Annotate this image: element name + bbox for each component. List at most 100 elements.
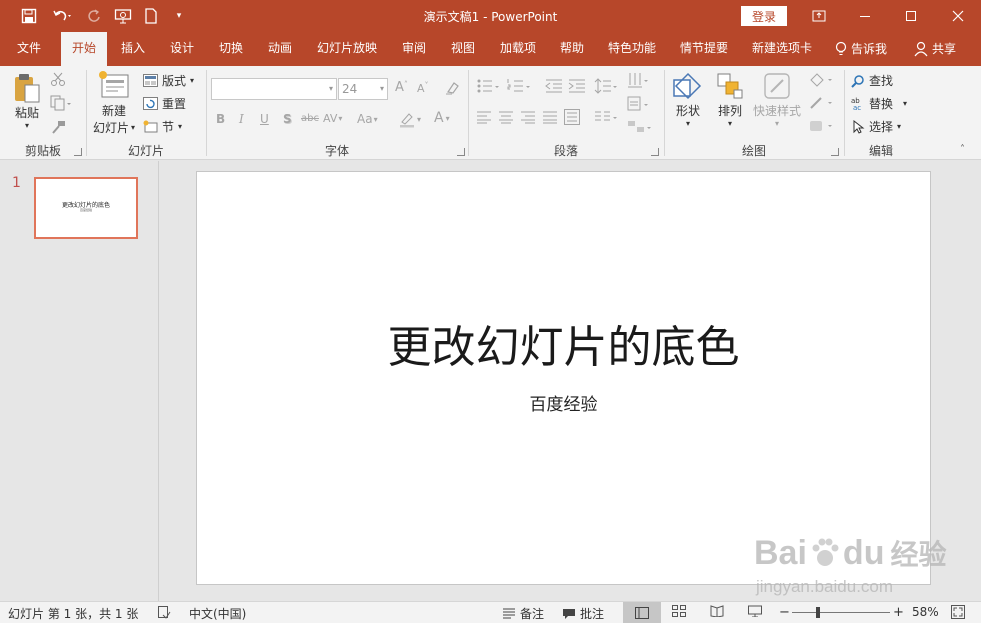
tab-home[interactable]: 开始 [61,32,107,66]
replace-button[interactable]: ab ac 替换 ▾ [851,95,907,112]
paste-dropdown-icon: ▾ [24,121,29,130]
collapse-ribbon-icon[interactable]: ˄ [960,144,965,155]
line-spacing-icon[interactable] [594,78,618,94]
cut-icon[interactable] [50,71,66,87]
zoom-slider-thumb[interactable] [816,607,821,618]
arrange-button[interactable]: 排列 ▾ [712,70,748,136]
change-case-button[interactable]: Aa ▾ [357,112,378,126]
layout-label: 版式 [162,74,187,88]
section-dropdown-icon: ▾ [178,122,183,131]
ribbon-display-options-icon[interactable] [796,0,842,32]
tab-slideshow[interactable]: 幻灯片放映 [313,32,381,66]
paragraph-launcher-icon[interactable] [651,148,659,156]
underline-button[interactable]: U [260,112,269,126]
tab-new-tab[interactable]: 新建选项卡 [747,32,817,66]
minimize-icon[interactable] [842,0,888,32]
highlight-dropdown-icon: ▾ [417,114,422,124]
slide-title[interactable]: 更改幻灯片的底色 [197,323,930,372]
slide-sorter-view-icon[interactable] [672,605,686,617]
tab-addins[interactable]: 加载项 [494,32,542,66]
character-spacing-button[interactable]: AV ▾ [323,112,342,125]
align-right-icon[interactable] [520,110,536,124]
highlighter-icon [400,113,414,128]
tab-view[interactable]: 视图 [443,32,483,66]
zoom-in-button[interactable]: + [893,605,904,620]
person-icon [914,41,928,57]
close-icon[interactable] [935,0,981,32]
align-left-icon[interactable] [476,110,492,124]
tab-design[interactable]: 设计 [162,32,202,66]
italic-button[interactable]: I [239,112,244,126]
font-launcher-icon[interactable] [457,148,465,156]
shape-fill-icon[interactable] [808,72,834,88]
tab-file[interactable]: 文件 [5,32,53,66]
numbering-icon[interactable] [507,78,531,94]
comments-button[interactable]: 批注 [562,605,604,622]
select-dropdown-icon: ▾ [897,122,902,131]
reading-view-icon[interactable] [710,605,724,617]
tell-me-button[interactable]: 告诉我 [830,32,892,66]
slide-subtitle[interactable]: 百度经验 [197,390,930,415]
font-name-combo[interactable]: ▾ [211,78,337,100]
shrink-font-arrow-icon: ˅ [424,81,429,90]
zoom-level[interactable]: 58% [912,605,939,619]
clipboard-launcher-icon[interactable] [74,148,82,156]
zoom-out-button[interactable]: − [779,605,790,620]
justify-icon[interactable] [542,110,558,124]
shape-outline-icon[interactable] [808,95,834,111]
grow-font-button[interactable]: A ˄ [395,80,408,95]
copy-icon[interactable] [50,95,72,111]
new-slide-button[interactable]: 新建 幻灯片 ▾ [91,70,137,136]
text-shadow-button[interactable]: S [283,112,292,126]
maximize-icon[interactable] [888,0,934,32]
slideshow-view-icon[interactable] [748,605,762,617]
tab-storyboarding[interactable]: 情节提要 [675,32,733,66]
layout-icon [143,74,158,87]
tab-special-features[interactable]: 特色功能 [603,32,661,66]
format-painter-icon[interactable] [50,119,66,135]
decrease-indent-icon[interactable] [545,78,563,94]
notes-button[interactable]: 备注 [502,605,544,622]
clear-formatting-icon[interactable] [444,80,460,96]
layout-button[interactable]: 版式 ▾ [143,72,194,89]
normal-view-button[interactable] [623,602,661,623]
highlight-color-button[interactable]: ▾ [398,110,421,128]
font-color-button[interactable]: A ▾ [434,110,450,126]
arrange-label: 排列 [717,104,742,118]
bold-button[interactable]: B [216,112,225,126]
bullets-icon[interactable] [476,78,500,94]
columns-icon[interactable] [594,110,618,124]
paste-button[interactable]: 粘贴 ▾ [10,72,44,130]
share-button[interactable]: 共享 [910,32,960,66]
tab-animations[interactable]: 动画 [260,32,300,66]
convert-to-smartart-icon[interactable] [627,119,653,135]
section-button[interactable]: 节 ▾ [143,118,182,135]
align-center-icon[interactable] [498,110,514,124]
tab-review[interactable]: 审阅 [394,32,434,66]
slide-canvas[interactable]: 更改幻灯片的底色 百度经验 [196,171,931,585]
slide-thumbnail-1[interactable]: 更改幻灯片的底色 百度经验 [34,177,138,239]
font-size-combo[interactable]: 24 ▾ [338,78,388,100]
distributed-icon[interactable] [564,109,580,125]
align-text-icon[interactable] [627,96,649,112]
tab-transitions[interactable]: 切换 [211,32,251,66]
zoom-slider-track[interactable] [792,612,890,613]
spell-check-icon[interactable] [157,605,171,619]
shrink-font-button[interactable]: A ˅ [417,81,429,95]
ribbon-tabs: 文件 开始 插入 设计 切换 动画 幻灯片放映 审阅 视图 加载项 帮助 特色功… [0,32,981,66]
drawing-launcher-icon[interactable] [831,148,839,156]
shapes-button[interactable]: 形状 ▾ [670,70,706,136]
text-direction-icon[interactable] [627,72,649,88]
tab-help[interactable]: 帮助 [552,32,592,66]
increase-indent-icon[interactable] [568,78,586,94]
fit-to-window-icon[interactable] [951,605,965,619]
quick-styles-button[interactable]: 快速样式 ▾ [752,70,802,136]
find-button[interactable]: 查找 [851,72,893,89]
reset-button[interactable]: 重置 [143,95,186,112]
login-button[interactable]: 登录 [741,6,787,26]
strikethrough-button[interactable]: abc [301,113,319,124]
select-button[interactable]: 选择 ▾ [851,118,901,135]
tab-insert[interactable]: 插入 [113,32,153,66]
language-status[interactable]: 中文(中国) [189,605,246,622]
shape-effects-icon[interactable] [808,118,834,134]
